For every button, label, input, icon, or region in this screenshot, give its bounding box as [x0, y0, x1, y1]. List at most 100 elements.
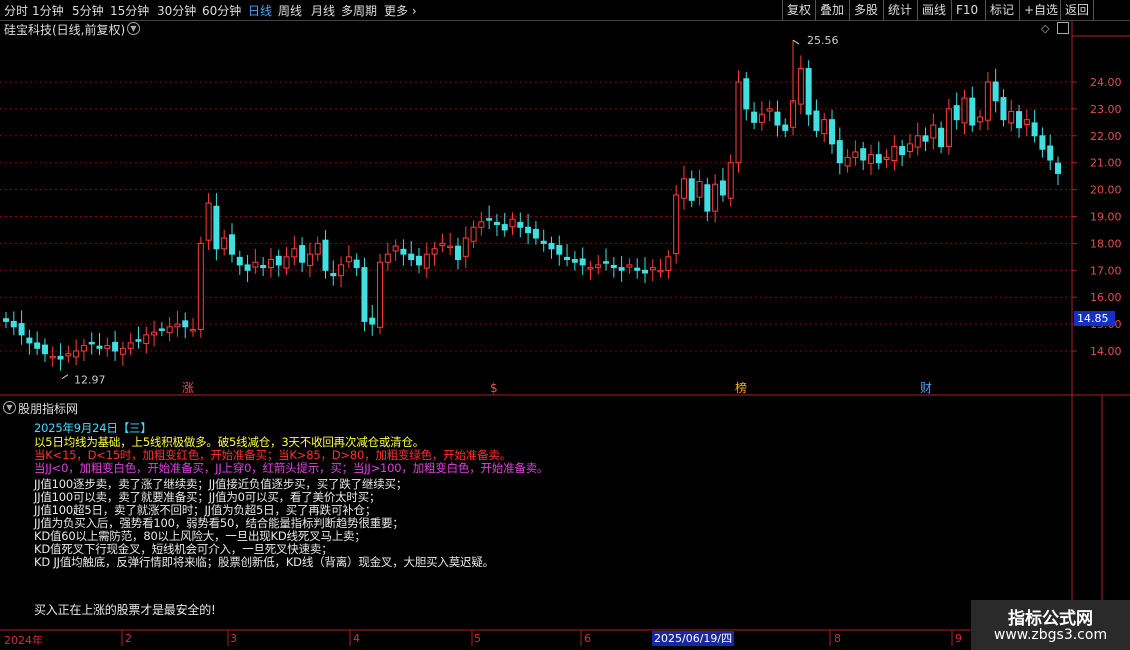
candle-body: [1008, 111, 1015, 124]
candle-series: [3, 40, 1061, 371]
candle-body: [719, 180, 726, 196]
low-price-label: 12.97: [74, 374, 106, 387]
candle-body: [930, 124, 937, 139]
candle-body: [377, 261, 384, 328]
candle-body: [673, 194, 680, 255]
candle-body: [501, 224, 508, 231]
candle-body: [829, 119, 836, 145]
site-watermark: 指标公式网 www.zbgs3.com: [971, 600, 1130, 650]
candle-body: [96, 345, 103, 349]
candle-body: [423, 253, 430, 269]
candle-body: [330, 273, 337, 277]
candle-body: [135, 339, 142, 342]
candle-body: [571, 259, 578, 263]
candle-body: [899, 146, 906, 156]
candle-body: [361, 267, 368, 322]
candle-body: [314, 242, 321, 255]
candle-body: [306, 253, 313, 266]
candle-body: [961, 97, 968, 124]
candle-body: [844, 156, 851, 167]
candle-body: [688, 178, 695, 201]
candle-body: [174, 323, 181, 328]
candle-body: [18, 323, 25, 336]
candle-body: [805, 68, 812, 115]
candle-body: [221, 237, 228, 250]
window-icon[interactable]: [1057, 22, 1069, 34]
candle-body: [984, 81, 991, 121]
y-tick-label: 22.00: [1090, 130, 1122, 143]
candle-body: [813, 110, 820, 131]
candle-body: [267, 259, 274, 269]
candle-body: [992, 81, 999, 102]
candle-body: [353, 259, 360, 269]
chevron-down-icon[interactable]: ▼: [3, 401, 16, 414]
event-marker: 财: [920, 381, 932, 395]
candle-body: [119, 347, 126, 355]
candle-body: [766, 108, 773, 112]
watermark-url: www.zbgs3.com: [993, 627, 1108, 643]
candle-body: [509, 218, 516, 228]
candle-body: [252, 261, 259, 268]
date-tick: 5: [474, 632, 481, 645]
candle-body: [143, 334, 150, 344]
indicator-name[interactable]: 股朋指标网: [18, 400, 78, 417]
candle-body: [564, 256, 571, 261]
candle-body: [969, 97, 976, 126]
chevron-down-icon[interactable]: ▼: [127, 22, 140, 35]
candle-body: [743, 78, 750, 110]
candle-body: [112, 341, 119, 352]
diamond-icon[interactable]: ◇: [1041, 22, 1049, 35]
candle-body: [618, 267, 625, 271]
high-arrow: [792, 39, 800, 45]
low-arrow: [61, 374, 69, 380]
candle-body: [532, 228, 539, 239]
watermark-title: 指标公式网: [1008, 609, 1093, 629]
candle-body: [486, 218, 493, 221]
candle-body: [400, 248, 407, 255]
y-tick-label: 23.00: [1090, 103, 1122, 116]
candle-body: [641, 269, 648, 274]
candle-body: [1023, 119, 1030, 126]
candle-body: [345, 256, 352, 263]
candle-body: [1000, 97, 1007, 121]
candle-body: [665, 256, 672, 271]
candle-body: [291, 248, 298, 258]
candle-body: [1055, 162, 1061, 174]
y-tick-label: 18.00: [1090, 237, 1122, 250]
candle-body: [462, 237, 469, 257]
candle-body: [680, 178, 687, 199]
candle-body: [478, 221, 485, 228]
candle-body: [977, 116, 984, 123]
candle-body: [49, 355, 56, 359]
candle-body: [338, 264, 345, 277]
candle-body: [922, 135, 929, 142]
candle-body: [80, 345, 87, 352]
candle-body: [88, 341, 95, 345]
candle-body: [579, 258, 586, 266]
chart-title: 硅宝科技(日线,前复权): [4, 23, 126, 37]
candle-body: [3, 318, 9, 322]
candle-body: [517, 221, 524, 228]
candle-body: [867, 154, 874, 164]
candle-body: [493, 221, 500, 226]
date-tick: 4: [353, 632, 360, 645]
y-tick-label: 17.00: [1090, 264, 1122, 277]
candle-body: [626, 264, 633, 268]
candle-body: [556, 245, 563, 255]
candle-body: [244, 264, 251, 271]
candle-body: [696, 181, 703, 198]
candle-body: [906, 143, 913, 152]
current-price-tag: 14.85: [1074, 311, 1115, 326]
candle-body: [782, 124, 789, 131]
event-marker: 榜: [735, 380, 747, 395]
date-tick: 2024年: [4, 634, 43, 647]
candle-body: [860, 148, 867, 161]
candle-body: [73, 350, 80, 358]
candle-body: [836, 140, 843, 164]
date-tick: 2: [125, 632, 132, 645]
y-tick-label: 16.00: [1090, 291, 1122, 304]
candle-body: [151, 331, 158, 336]
candle-body: [392, 245, 399, 252]
candle-body: [953, 105, 960, 121]
candle-body: [447, 245, 454, 249]
